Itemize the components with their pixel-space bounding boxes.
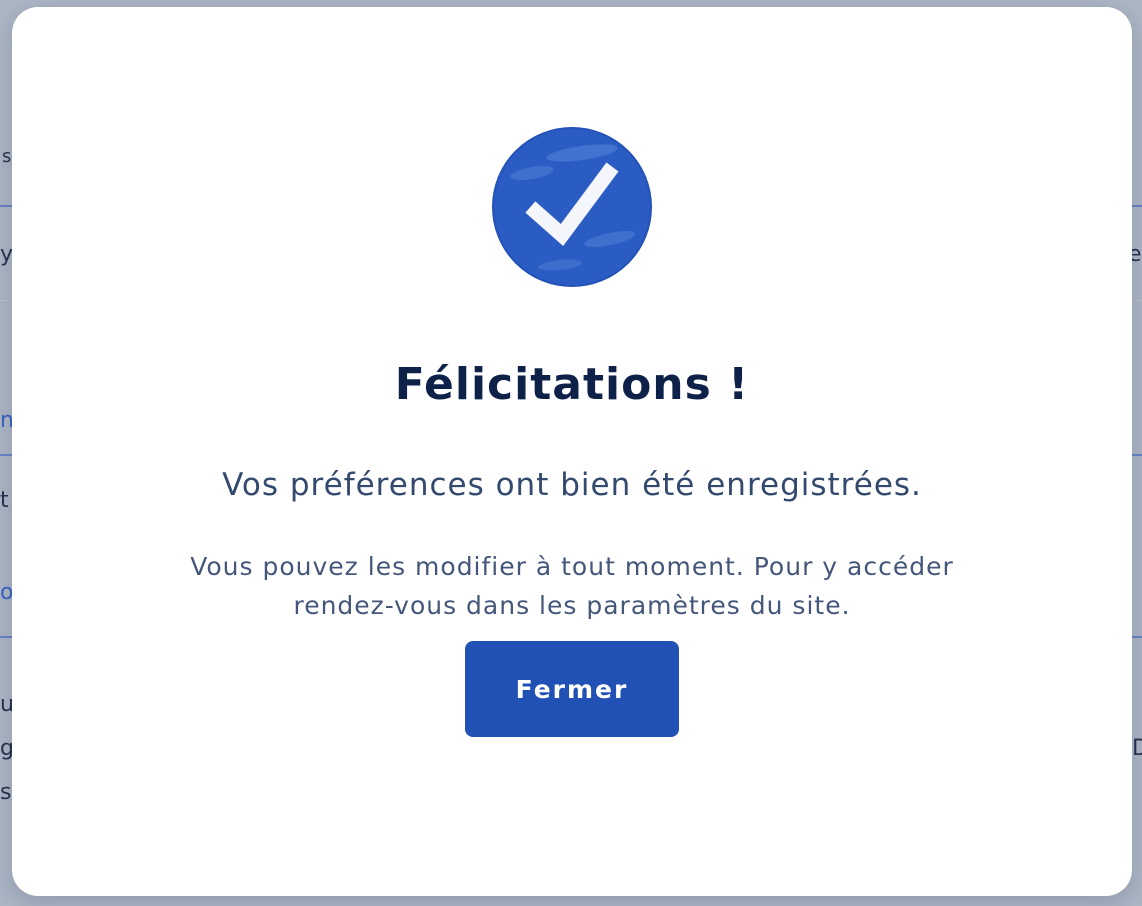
- underlying-text-fragment: t: [0, 488, 9, 513]
- underlying-text-fragment: s: [2, 146, 12, 167]
- info-line: Vous pouvez les modifier à tout moment. …: [190, 552, 954, 581]
- info-line: rendez-vous dans les paramètres du site.: [293, 591, 851, 620]
- dialog-title: Félicitations !: [394, 359, 750, 410]
- close-button[interactable]: Fermer: [465, 641, 679, 737]
- dialog-info-text: Vous pouvez les modifier à tout moment. …: [102, 547, 1042, 625]
- success-check-icon: [492, 127, 652, 287]
- dialog-subtitle: Vos préférences ont bien été enregistrée…: [222, 467, 922, 503]
- confirmation-dialog: Félicitations ! Vos préférences ont bien…: [12, 7, 1132, 896]
- underlying-text-fragment: s: [0, 780, 12, 805]
- underlying-text-fragment: D: [1132, 736, 1142, 761]
